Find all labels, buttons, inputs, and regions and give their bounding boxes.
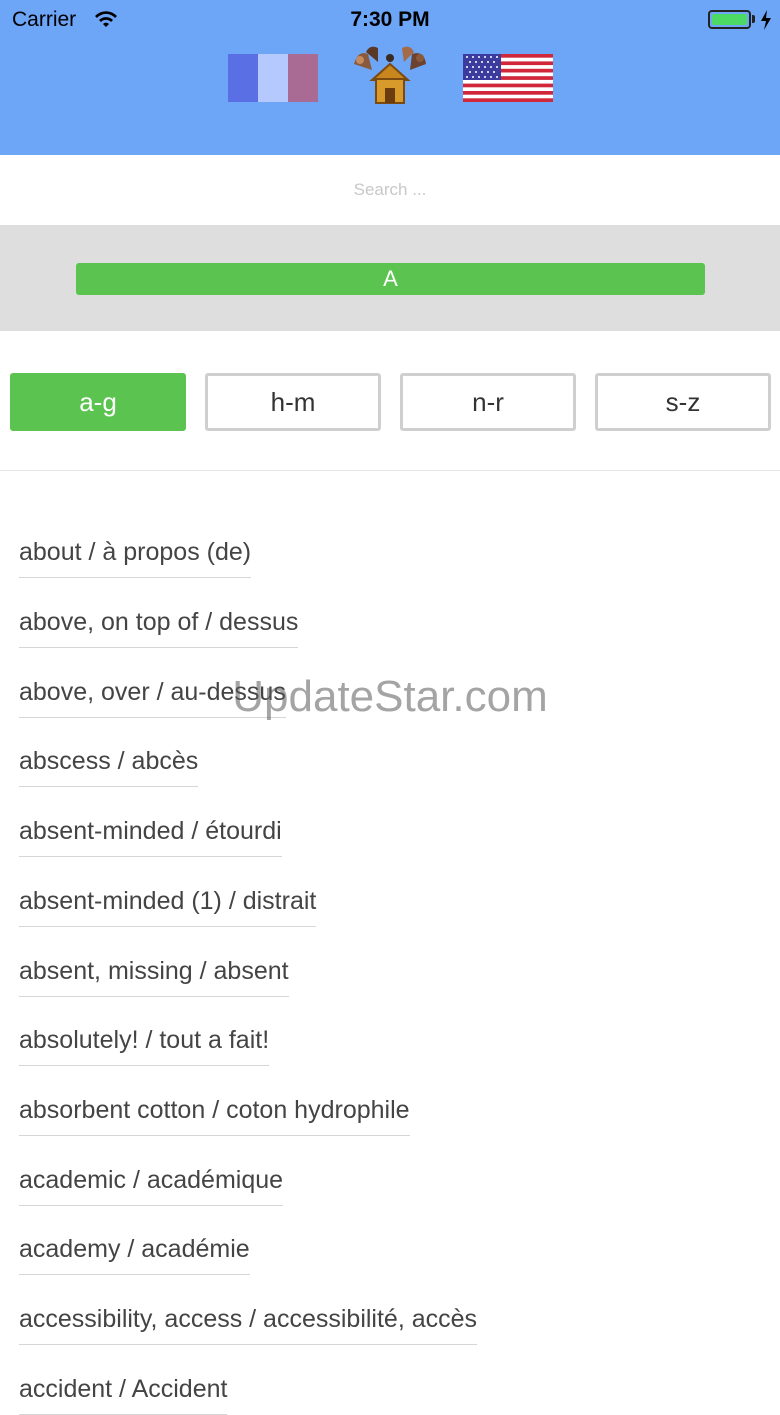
list-item[interactable]: above, on top of / dessus: [19, 608, 299, 648]
app-header: Carrier 7:30 PM: [0, 0, 780, 155]
range-button-a-g[interactable]: a-g: [10, 373, 186, 431]
range-selector: a-g h-m n-r s-z: [0, 331, 780, 471]
list-item[interactable]: academy / académie: [19, 1235, 250, 1275]
list-item[interactable]: above, over / au-dessus: [19, 678, 286, 718]
clock: 7:30 PM: [350, 8, 430, 31]
list-item[interactable]: abscess / abcès: [19, 747, 199, 787]
list-item[interactable]: accessibility, access / accessibilité, a…: [19, 1305, 478, 1345]
range-button-s-z[interactable]: s-z: [595, 373, 771, 431]
list-item[interactable]: absent, missing / absent: [19, 957, 289, 997]
range-button-h-m[interactable]: h-m: [205, 373, 381, 431]
letter-a-button[interactable]: A: [76, 263, 705, 295]
list-item[interactable]: academic / académique: [19, 1166, 284, 1206]
list-item[interactable]: absent-minded / étourdi: [19, 817, 282, 857]
list-item[interactable]: absorbent cotton / coton hydrophile: [19, 1096, 410, 1136]
french-flag-icon[interactable]: [228, 54, 318, 102]
battery-icon: [708, 10, 751, 29]
us-flag-icon[interactable]: [463, 54, 553, 102]
battery-cap: [752, 15, 755, 23]
family-home-logo-icon[interactable]: [348, 44, 432, 108]
search-input[interactable]: [0, 155, 780, 225]
status-bar: Carrier 7:30 PM: [0, 0, 780, 40]
charging-bolt-icon: [761, 10, 771, 30]
list-item[interactable]: accident / Accident: [19, 1375, 228, 1415]
letter-bar: A: [0, 225, 780, 331]
range-button-n-r[interactable]: n-r: [400, 373, 576, 431]
list-item[interactable]: absent-minded (1) / distrait: [19, 887, 317, 927]
list-item[interactable]: about / à propos (de): [19, 538, 252, 578]
list-item[interactable]: absolutely! / tout a fait!: [19, 1026, 270, 1066]
